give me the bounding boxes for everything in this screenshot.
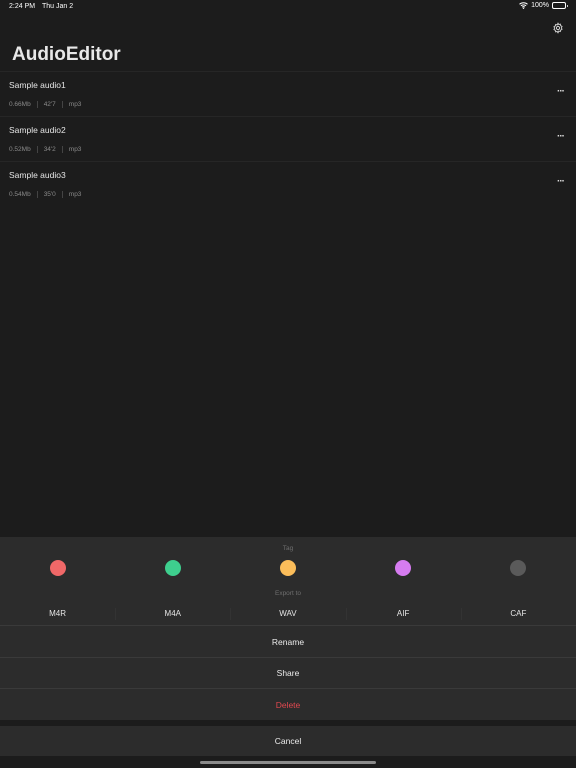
tag-color-purple[interactable] xyxy=(395,560,412,576)
more-options-icon[interactable]: ··· xyxy=(557,87,565,97)
file-duration: 34'2 xyxy=(43,146,56,153)
file-duration: 42'7 xyxy=(43,101,56,108)
tag-color-gray[interactable] xyxy=(510,560,527,576)
export-m4r-button[interactable]: M4R xyxy=(0,602,115,625)
export-wav-button[interactable]: WAV xyxy=(230,602,345,625)
screen: 2:24 PM Thu Jan 2 100% AudioEditor Sampl… xyxy=(0,0,576,768)
file-duration: 35'0 xyxy=(43,191,56,198)
gear-icon xyxy=(553,22,563,34)
file-meta: 0.66Mb 42'7 mp3 xyxy=(9,101,81,108)
battery-icon xyxy=(552,2,568,9)
more-options-icon[interactable]: ··· xyxy=(557,132,565,142)
app-title: AudioEditor xyxy=(12,44,121,65)
rename-button[interactable]: Rename xyxy=(0,627,576,658)
file-item-1[interactable]: Sample audio1 0.66Mb 42'7 mp3 ··· xyxy=(0,71,576,116)
export-row: M4R M4A WAV AIF CAF xyxy=(0,602,576,626)
file-item-2[interactable]: Sample audio2 0.52Mb 34'2 mp3 ··· xyxy=(0,116,576,161)
home-indicator[interactable] xyxy=(200,761,376,764)
file-item-3[interactable]: Sample audio3 0.54Mb 35'0 mp3 ··· xyxy=(0,161,576,206)
status-indicators: 100% xyxy=(519,2,568,9)
meta-divider xyxy=(36,101,38,108)
tag-section-label: Tag xyxy=(282,545,294,552)
tag-color-red[interactable] xyxy=(49,560,66,576)
delete-button[interactable]: Delete xyxy=(0,689,576,720)
meta-divider xyxy=(61,146,63,153)
tag-row xyxy=(0,560,576,576)
file-size: 0.54Mb xyxy=(9,191,31,198)
file-size: 0.66Mb xyxy=(9,101,31,108)
status-date: Thu Jan 2 xyxy=(42,3,74,10)
more-options-icon[interactable]: ··· xyxy=(557,177,565,187)
status-time: 2:24 PM xyxy=(9,3,36,10)
export-section-label: Export to xyxy=(274,590,301,597)
file-meta: 0.52Mb 34'2 mp3 xyxy=(9,146,81,153)
file-format: mp3 xyxy=(68,146,82,153)
file-meta: 0.54Mb 35'0 mp3 xyxy=(9,191,81,198)
battery-percent: 100% xyxy=(531,2,549,9)
meta-divider xyxy=(36,146,38,153)
file-format: mp3 xyxy=(68,191,82,198)
status-bar: 2:24 PM Thu Jan 2 100% xyxy=(0,0,576,14)
meta-divider xyxy=(36,191,38,198)
meta-divider xyxy=(61,191,63,198)
file-list: Sample audio1 0.66Mb 42'7 mp3 ··· Sample… xyxy=(0,71,576,206)
tag-color-green[interactable] xyxy=(164,560,181,576)
settings-button[interactable] xyxy=(550,20,566,36)
cancel-button[interactable]: Cancel xyxy=(0,726,576,756)
file-format: mp3 xyxy=(68,101,82,108)
export-caf-button[interactable]: CAF xyxy=(460,602,576,625)
file-name: Sample audio3 xyxy=(9,170,66,180)
file-size: 0.52Mb xyxy=(9,146,31,153)
file-name: Sample audio1 xyxy=(9,80,66,90)
tag-color-orange[interactable] xyxy=(279,560,296,576)
wifi-icon xyxy=(519,2,528,9)
meta-divider xyxy=(61,101,63,108)
action-sheet: Tag Export to M4R M4A WAV AIF CAF Rename… xyxy=(0,537,576,720)
export-aif-button[interactable]: AIF xyxy=(345,602,461,625)
share-button[interactable]: Share xyxy=(0,658,576,689)
export-m4a-button[interactable]: M4A xyxy=(115,602,230,625)
file-name: Sample audio2 xyxy=(9,125,66,135)
